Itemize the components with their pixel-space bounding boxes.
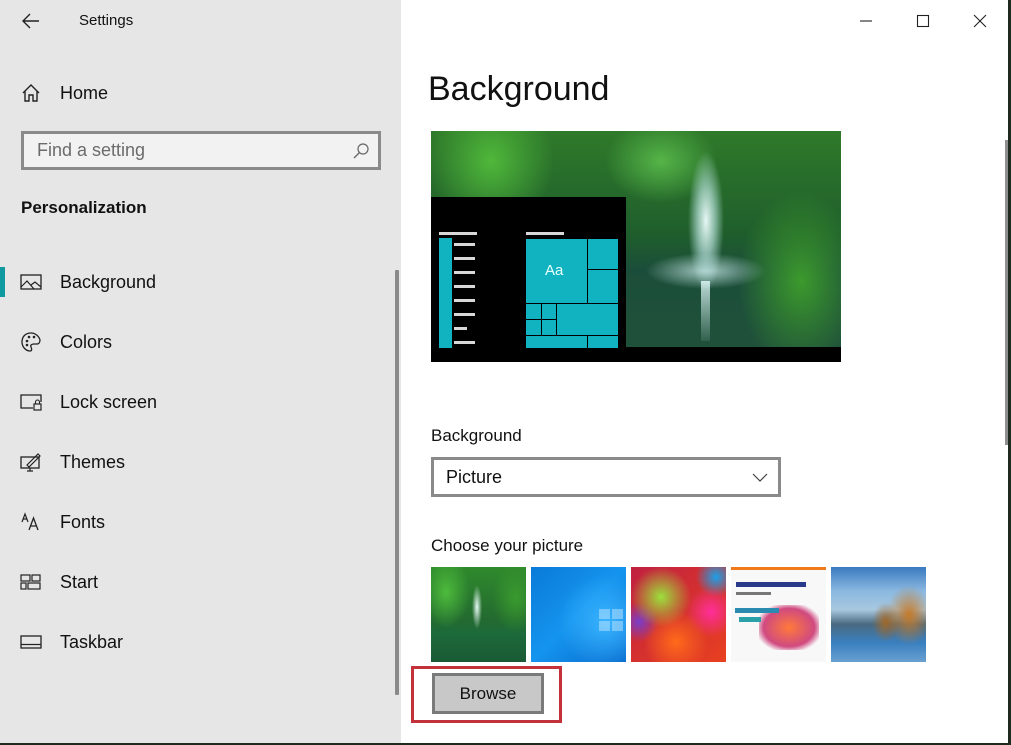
preview-start-menu: Aa — [431, 197, 626, 362]
sidebar-item-label: Home — [60, 82, 109, 103]
sidebar-item-label: Colors — [60, 331, 113, 352]
window-controls — [837, 0, 1008, 42]
selection-indicator — [0, 267, 5, 297]
lock-screen-icon — [20, 391, 42, 413]
preview-waterfall-reflection — [701, 281, 710, 341]
search-input[interactable] — [24, 134, 334, 167]
themes-icon — [20, 451, 42, 473]
thumbnail-waterfall[interactable] — [431, 567, 526, 662]
background-preview: Aa — [431, 131, 841, 362]
chevron-down-icon — [752, 473, 768, 482]
minimize-button[interactable] — [837, 0, 894, 42]
windows-logo-icon — [599, 609, 623, 631]
sidebar-nav: Background Colors Lock screen Themes Fon… — [0, 252, 395, 672]
browse-button[interactable]: Browse — [432, 673, 544, 714]
sidebar-scrollbar[interactable] — [395, 270, 399, 695]
thumbnail-umbrellas[interactable] — [631, 567, 726, 662]
sidebar-item-label: Taskbar — [60, 631, 124, 652]
sidebar-item-label: Fonts — [60, 511, 106, 532]
sidebar-item-themes[interactable]: Themes — [0, 432, 395, 492]
sidebar-item-home[interactable]: Home — [0, 72, 395, 114]
maximize-button[interactable] — [894, 0, 951, 42]
close-button[interactable] — [951, 0, 1008, 42]
search-box — [21, 131, 381, 170]
maximize-icon — [916, 14, 929, 28]
taskbar-icon — [20, 631, 42, 653]
preview-tile-text: Aa — [545, 262, 564, 279]
picture-thumbnails — [431, 567, 926, 662]
choose-picture-label: Choose your picture — [431, 536, 584, 555]
settings-window: Settings Home Personalization Background — [0, 0, 1008, 743]
main-scrollbar[interactable] — [1005, 140, 1008, 445]
app-title: Settings — [79, 12, 134, 29]
minimize-icon — [859, 20, 872, 22]
sidebar-item-fonts[interactable]: Fonts — [0, 492, 395, 552]
sidebar-item-start[interactable]: Start — [0, 552, 395, 612]
fonts-icon — [20, 511, 42, 533]
sidebar-item-lock-screen[interactable]: Lock screen — [0, 372, 395, 432]
background-field-label: Background — [431, 426, 522, 445]
start-icon — [20, 571, 42, 593]
sidebar-item-colors[interactable]: Colors — [0, 312, 395, 372]
thumbnail-beach-rocks[interactable] — [831, 567, 926, 662]
thumbnail-honor-magicbook-ad[interactable] — [731, 567, 826, 662]
page-title: Background — [428, 70, 610, 108]
sidebar-item-taskbar[interactable]: Taskbar — [0, 612, 395, 672]
sidebar-item-background[interactable]: Background — [0, 252, 395, 312]
section-title: Personalization — [21, 198, 147, 217]
search-icon[interactable] — [352, 142, 370, 160]
back-arrow-icon — [22, 13, 39, 29]
picture-icon — [20, 271, 42, 293]
sidebar: Settings Home Personalization Background — [0, 0, 401, 743]
main-content: Background Aa Background Picture Choose … — [401, 0, 1008, 743]
sidebar-item-label: Background — [60, 271, 157, 292]
back-button[interactable] — [14, 6, 48, 36]
dropdown-selected-value: Picture — [446, 466, 503, 487]
home-icon — [20, 82, 42, 104]
sidebar-item-label: Lock screen — [60, 391, 158, 412]
sidebar-item-label: Start — [60, 571, 99, 592]
palette-icon — [20, 331, 42, 353]
background-type-dropdown[interactable]: Picture — [431, 457, 781, 497]
thumbnail-windows-blue[interactable] — [531, 567, 626, 662]
sidebar-item-label: Themes — [60, 451, 126, 472]
close-icon — [973, 14, 986, 28]
